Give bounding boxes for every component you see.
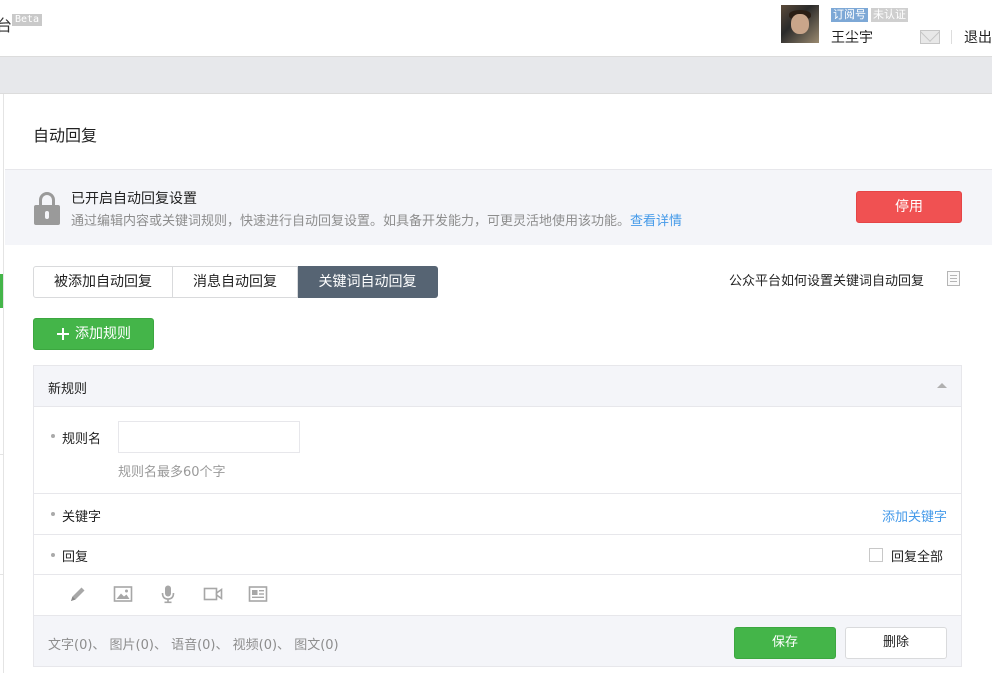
rule-panel: 新规则 规则名 规则名最多60个字 关键字 添加关键字 回复 回复全部 文字(0…: [33, 365, 962, 667]
reply-all-checkbox[interactable]: [869, 548, 883, 562]
video-icon[interactable]: [203, 584, 223, 604]
add-keyword-link[interactable]: 添加关键字: [882, 506, 947, 525]
microphone-icon[interactable]: [158, 584, 178, 604]
help-link[interactable]: 公众平台如何设置关键词自动回复: [729, 270, 924, 289]
subscription-badge: 订阅号: [831, 8, 868, 22]
top-header: 台 Beta 订阅号 未认证 王尘宇 退出: [0, 0, 992, 56]
reply-counts: 文字(0)、 图片(0)、 语音(0)、 视频(0)、 图文(0): [48, 638, 339, 653]
username[interactable]: 王尘宇: [831, 27, 873, 47]
divider: [34, 493, 961, 494]
header-divider: [951, 30, 952, 44]
unverified-badge: 未认证: [871, 8, 908, 22]
reply-all-label[interactable]: 回复全部: [891, 546, 943, 565]
bullet-icon: [51, 512, 55, 516]
view-details-link[interactable]: 查看详情: [630, 214, 682, 229]
news-icon[interactable]: [248, 584, 268, 604]
pencil-icon[interactable]: [68, 584, 88, 604]
notice-text: 通过编辑内容或关键词规则，快速进行自动回复设置。如具备开发能力，可更灵活地使用该…: [71, 214, 631, 229]
status-notice: 已开启自动回复设置 通过编辑内容或关键词规则，快速进行自动回复设置。如具备开发能…: [5, 170, 992, 245]
bullet-icon: [51, 434, 55, 438]
save-button[interactable]: 保存: [734, 627, 836, 659]
notice-title: 已开启自动回复设置: [71, 191, 197, 207]
disable-button[interactable]: 停用: [856, 191, 962, 223]
tab-message-reply[interactable]: 消息自动回复: [173, 266, 298, 298]
collapse-icon[interactable]: [937, 383, 947, 388]
document-icon[interactable]: [947, 271, 960, 286]
rule-title: 新规则: [48, 382, 88, 397]
reply-tabs: 被添加自动回复 消息自动回复 关键词自动回复: [33, 266, 438, 298]
lock-icon: [34, 192, 60, 226]
rule-name-label: 规则名: [62, 432, 102, 447]
add-rule-button[interactable]: 添加规则: [33, 318, 154, 350]
tab-added-reply[interactable]: 被添加自动回复: [33, 266, 173, 298]
sidebar-divider: [0, 454, 3, 455]
brand-title: 台: [0, 16, 13, 35]
bullet-icon: [51, 553, 55, 557]
sidebar-divider: [0, 574, 3, 575]
delete-button[interactable]: 删除: [845, 627, 947, 659]
divider: [34, 574, 961, 575]
image-icon[interactable]: [113, 584, 133, 604]
notice-description: 通过编辑内容或关键词规则，快速进行自动回复设置。如具备开发能力，可更灵活地使用该…: [71, 210, 682, 229]
page-title: 自动回复: [33, 126, 98, 145]
beta-badge: Beta: [12, 14, 43, 26]
rule-name-hint: 规则名最多60个字: [118, 465, 226, 480]
keyword-label: 关键字: [62, 510, 102, 525]
sidebar-active-marker: [0, 274, 3, 308]
logout-link[interactable]: 退出: [964, 27, 992, 47]
plus-icon: [57, 328, 69, 340]
rule-footer: 文字(0)、 图片(0)、 语音(0)、 视频(0)、 图文(0) 保存 删除: [34, 615, 961, 666]
avatar[interactable]: [781, 5, 819, 43]
reply-label: 回复: [62, 550, 89, 565]
tab-keyword-reply[interactable]: 关键词自动回复: [298, 266, 438, 298]
sidebar-edge: [0, 94, 4, 673]
sub-header-bar: [0, 56, 992, 94]
rule-name-input[interactable]: [118, 421, 300, 453]
rule-header[interactable]: 新规则: [34, 366, 961, 407]
add-rule-label: 添加规则: [75, 326, 131, 342]
mail-icon[interactable]: [920, 30, 940, 44]
divider: [34, 534, 961, 535]
